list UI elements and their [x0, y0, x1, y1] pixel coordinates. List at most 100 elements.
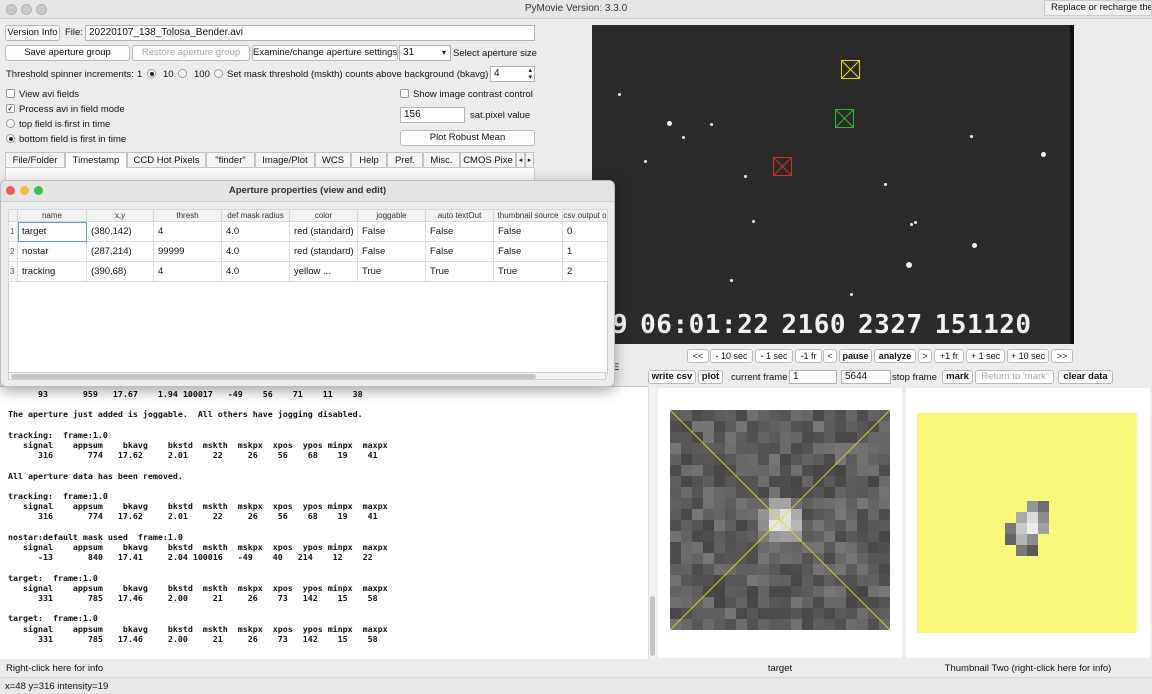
log-scrollbar-thumb[interactable]: [650, 596, 655, 656]
table-cell[interactable]: False: [425, 221, 494, 242]
mask-threshold-spinner[interactable]: 4 ▴ ▾: [490, 66, 535, 82]
column-header[interactable]: joggable: [357, 209, 426, 222]
sat-pixel-field[interactable]: 156: [400, 107, 465, 123]
dialog-minimize-button[interactable]: [20, 186, 29, 195]
table-cell[interactable]: (287,214): [86, 241, 154, 262]
target-aperture[interactable]: [773, 157, 792, 176]
tab-scroll-left-icon[interactable]: ◂: [516, 152, 525, 168]
nostar-aperture[interactable]: [835, 109, 854, 128]
version-info-button[interactable]: Version Info: [5, 25, 60, 41]
aperture-size-select[interactable]: 31 ▾: [399, 45, 451, 61]
table-cell[interactable]: True: [493, 261, 563, 282]
tab-help[interactable]: Help: [351, 152, 387, 168]
log-scrollbar[interactable]: [648, 386, 657, 658]
step-back-button[interactable]: <: [823, 349, 837, 363]
column-header[interactable]: csv output o: [562, 209, 608, 222]
table-cell[interactable]: red (standard): [289, 221, 358, 242]
thumbnail-one-panel[interactable]: [658, 388, 902, 658]
left-info-label[interactable]: Right-click here for info: [6, 663, 103, 674]
table-cell[interactable]: target: [17, 221, 87, 242]
table-cell[interactable]: 1: [562, 241, 608, 262]
plot-robust-mean-button[interactable]: Plot Robust Mean: [400, 130, 535, 146]
table-cell[interactable]: False: [357, 221, 426, 242]
seek-end-button[interactable]: >>: [1051, 349, 1073, 363]
table-cell[interactable]: red (standard): [289, 241, 358, 262]
table-cell[interactable]: False: [493, 241, 563, 262]
table-cell[interactable]: True: [425, 261, 494, 282]
table-cell[interactable]: 4.0: [221, 261, 290, 282]
column-header[interactable]: thresh: [153, 209, 222, 222]
table-row[interactable]: 1 target (380,142) 4 4.0 red (standard) False F…: [8, 221, 608, 242]
forward-10-sec-button[interactable]: + 10 sec: [1007, 349, 1049, 363]
return-to-mark-button[interactable]: Return to 'mark': [975, 370, 1054, 384]
analyze-button[interactable]: analyze: [874, 349, 916, 363]
clear-data-button[interactable]: clear data: [1058, 370, 1113, 384]
table-cell[interactable]: 4: [153, 221, 222, 242]
table-scrollbar-thumb[interactable]: [11, 374, 536, 379]
column-header[interactable]: def mask radius: [221, 209, 290, 222]
pause-button[interactable]: pause: [839, 349, 872, 363]
tab-cmos-pixels[interactable]: CMOS Pixe: [460, 152, 516, 168]
view-avi-fields-checkbox[interactable]: [6, 89, 15, 98]
tab-wcs[interactable]: WCS: [315, 152, 351, 168]
dialog-zoom-button[interactable]: [34, 186, 43, 195]
table-cell[interactable]: 99999: [153, 241, 222, 262]
stop-frame-field[interactable]: 5644: [841, 370, 891, 384]
forward-1-frame-button[interactable]: +1 fr: [934, 349, 964, 363]
seek-start-button[interactable]: <<: [687, 349, 709, 363]
forward-1-sec-button[interactable]: + 1 sec: [966, 349, 1005, 363]
back-1-sec-button[interactable]: - 1 sec: [755, 349, 793, 363]
tab-file-folder[interactable]: File/Folder: [5, 152, 65, 168]
bottom-field-first-radio[interactable]: [6, 134, 15, 143]
table-cell[interactable]: 4.0: [221, 221, 290, 242]
table-cell[interactable]: 4.0: [221, 241, 290, 262]
column-header[interactable]: thumbnail source: [493, 209, 563, 222]
column-header[interactable]: auto textOut: [425, 209, 494, 222]
examine-aperture-settings-button[interactable]: Examine/change aperture settings: [252, 45, 398, 61]
thumbnail-two-label[interactable]: Thumbnail Two (right-click here for info…: [906, 663, 1150, 674]
table-cell[interactable]: (390,68): [86, 261, 154, 282]
table-cell[interactable]: 0: [562, 221, 608, 242]
mark-button[interactable]: mark: [942, 370, 973, 384]
back-10-sec-button[interactable]: - 10 sec: [710, 349, 753, 363]
threshold-option-10-radio[interactable]: [178, 69, 187, 78]
table-cell[interactable]: yellow ...: [289, 261, 358, 282]
table-row[interactable]: 2 nostar (287,214) 99999 4.0 red (standard) Fa…: [8, 241, 608, 262]
dialog-close-button[interactable]: [6, 186, 15, 195]
plot-button[interactable]: plot: [698, 370, 723, 384]
tab-misc[interactable]: Misc.: [423, 152, 460, 168]
process-avi-field-mode-checkbox[interactable]: ✓: [6, 104, 15, 113]
back-1-frame-button[interactable]: -1 fr: [795, 349, 822, 363]
tab-image-plot[interactable]: Image/Plot: [255, 152, 315, 168]
current-frame-field[interactable]: 1: [789, 370, 837, 384]
write-csv-button[interactable]: write csv: [648, 370, 696, 384]
table-cell[interactable]: False: [493, 221, 563, 242]
tracking-aperture[interactable]: [841, 60, 860, 79]
column-header[interactable]: x,y: [86, 209, 154, 222]
show-contrast-checkbox[interactable]: [400, 89, 409, 98]
file-name-field[interactable]: 20220107_138_Tolosa_Bender.avi: [85, 25, 535, 41]
output-log[interactable]: 93 959 17.67 1.94 100017 -49 56 71 11 38…: [0, 386, 648, 659]
column-header[interactable]: name: [17, 209, 87, 222]
table-cell[interactable]: (380,142): [86, 221, 154, 242]
table-row[interactable]: 3 tracking (390,68) 4 4.0 yellow ... True True T…: [8, 261, 608, 282]
top-field-first-radio[interactable]: [6, 119, 15, 128]
column-header[interactable]: color: [289, 209, 358, 222]
tab-timestamp[interactable]: Timestamp: [65, 152, 127, 168]
table-cell[interactable]: nostar: [17, 241, 87, 262]
thumbnail-two-panel[interactable]: [906, 388, 1150, 658]
video-frame[interactable]: 9 06:01:22 2160 2327 151120: [592, 25, 1070, 344]
table-cell[interactable]: False: [425, 241, 494, 262]
threshold-option-100-radio[interactable]: [214, 69, 223, 78]
step-forward-button[interactable]: >: [918, 349, 932, 363]
table-horizontal-scrollbar[interactable]: [8, 372, 606, 380]
table-cell[interactable]: False: [357, 241, 426, 262]
table-cell[interactable]: 2: [562, 261, 608, 282]
threshold-option-1-radio[interactable]: [147, 69, 156, 78]
restore-aperture-group-button[interactable]: Restore aperture group: [132, 45, 250, 61]
save-aperture-group-button[interactable]: Save aperture group: [5, 45, 130, 61]
tab-scroll-right-icon[interactable]: ▸: [525, 152, 534, 168]
tab-pref[interactable]: Pref.: [387, 152, 423, 168]
tab-finder[interactable]: "finder": [206, 152, 255, 168]
table-cell[interactable]: 4: [153, 261, 222, 282]
